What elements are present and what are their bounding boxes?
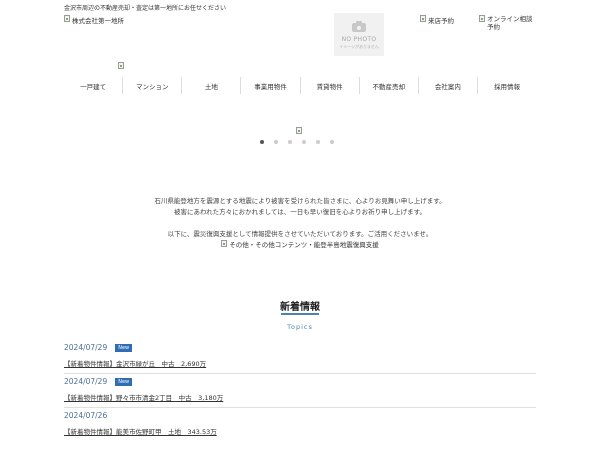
hero-slide-image bbox=[296, 127, 302, 134]
company-logo-link[interactable]: 株式会社第一地所 bbox=[64, 15, 124, 25]
news-date: 2024/07/29 bbox=[64, 343, 108, 352]
news-section-title: 新着情報 bbox=[280, 302, 320, 313]
earthquake-notice: 石川県能登地方を震源とする地震により被害を受けられた皆さまに、心よりお見舞い申し… bbox=[0, 196, 600, 251]
nav-item-detached-house[interactable]: 一戸建て bbox=[64, 77, 122, 94]
no-photo-placeholder: NO PHOTO イメージがありません bbox=[334, 13, 384, 56]
news-section-subtitle: Topics bbox=[287, 323, 313, 331]
notice-line-3: 以下に、震災復興支援として情報提供をさせていただいております。ご活用くださいませ… bbox=[167, 230, 433, 238]
slider-dot[interactable] bbox=[274, 140, 278, 144]
slider-dot[interactable] bbox=[316, 140, 320, 144]
news-date: 2024/07/29 bbox=[64, 377, 108, 386]
global-nav: 一戸建て マンション 土地 事業用物件 賃貸物件 不動産売却 会社案内 採用情報 bbox=[64, 77, 536, 94]
online-consultation-alt-line1: オンライン相談 bbox=[487, 15, 533, 23]
online-consultation-button[interactable]: オンライン相談 予約 bbox=[479, 15, 533, 31]
nav-item-sell[interactable]: 不動産売却 bbox=[358, 77, 418, 94]
nav-item-land[interactable]: 土地 bbox=[181, 77, 240, 94]
camera-icon bbox=[352, 21, 366, 32]
new-badge: New bbox=[115, 377, 133, 386]
news-title-link[interactable]: 【新着物件情報】野々市市清金2丁目 中古 3,180万 bbox=[64, 392, 536, 402]
online-consultation-alt-line2: 予約 bbox=[487, 23, 500, 31]
slider-dot[interactable] bbox=[302, 140, 306, 144]
store-reservation-button[interactable]: 来店予約 bbox=[420, 15, 454, 25]
slider-dot[interactable] bbox=[330, 140, 334, 144]
slider-dot[interactable] bbox=[260, 140, 264, 144]
no-photo-subtext: イメージがありません bbox=[339, 44, 379, 49]
broken-image-icon bbox=[479, 15, 485, 22]
notice-line-2: 被害にあわれた方々におかれましては、一日も早い復旧を心よりお祈り申し上げます。 bbox=[173, 208, 427, 216]
no-photo-text: NO PHOTO bbox=[341, 36, 377, 43]
broken-image-icon bbox=[420, 15, 426, 22]
site-tagline: 金沢市周辺の不動産売却・査定は第一地所にお任せください bbox=[64, 5, 227, 12]
nav-item-company[interactable]: 会社案内 bbox=[417, 77, 477, 94]
broken-image-icon bbox=[221, 240, 228, 247]
nav-item-rental[interactable]: 賃貸物件 bbox=[299, 77, 359, 94]
nav-item-condominium[interactable]: マンション bbox=[122, 77, 181, 94]
news-date: 2024/07/26 bbox=[64, 411, 108, 420]
notice-line-1: 石川県能登地方を震源とする地震により被害を受けられた皆さまに、心よりお見舞い申し… bbox=[154, 197, 446, 205]
slider-dot[interactable] bbox=[288, 140, 292, 144]
new-badge: New bbox=[115, 343, 133, 352]
news-title-link[interactable]: 【新着物件情報】能美市佐野町甲 土地 343.53万 bbox=[64, 426, 536, 436]
broken-image-icon bbox=[64, 15, 70, 22]
company-logo-alt: 株式会社第一地所 bbox=[72, 17, 124, 25]
news-list: 2024/07/29 New 【新着物件情報】金沢市緑が丘 中古 2,690万 … bbox=[64, 340, 536, 442]
news-item: 2024/07/29 New 【新着物件情報】金沢市緑が丘 中古 2,690万 bbox=[64, 340, 536, 374]
nav-item-recruit[interactable]: 採用情報 bbox=[476, 77, 536, 94]
news-title-link[interactable]: 【新着物件情報】金沢市緑が丘 中古 2,690万 bbox=[64, 358, 536, 368]
news-item: 2024/07/29 New 【新着物件情報】野々市市清金2丁目 中古 3,18… bbox=[64, 374, 536, 408]
earthquake-support-link[interactable]: その他・その他コンテンツ・能登半島地震復興支援 bbox=[221, 240, 379, 251]
earthquake-support-alt: その他・その他コンテンツ・能登半島地震復興支援 bbox=[229, 241, 379, 249]
title-underline bbox=[281, 313, 319, 315]
store-reservation-alt: 来店予約 bbox=[428, 17, 454, 25]
news-item: 2024/07/26 【新着物件情報】能美市佐野町甲 土地 343.53万 bbox=[64, 408, 536, 442]
slider-pagination bbox=[260, 140, 334, 144]
broken-image-icon bbox=[118, 62, 124, 69]
nav-item-commercial[interactable]: 事業用物件 bbox=[240, 77, 299, 94]
